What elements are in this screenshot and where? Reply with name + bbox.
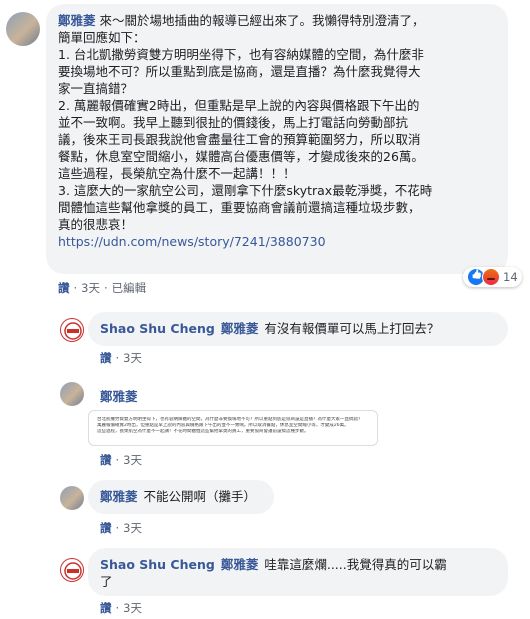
avatar[interactable]	[60, 486, 84, 510]
comment-line: 2. 萬麗報價確實2時出，但重點是早上說的內容與價格跟下午出的	[58, 98, 420, 113]
avatar[interactable]	[60, 558, 84, 582]
reply-bubble: Shao Shu Cheng 鄭雅菱 有沒有報價單可以馬上打回去？	[88, 312, 508, 346]
like-button[interactable]: 讚	[100, 521, 112, 535]
mentioned-user[interactable]: 鄭雅菱	[221, 557, 259, 572]
avatar[interactable]	[6, 12, 40, 46]
comment-author[interactable]: 鄭雅菱	[58, 13, 96, 28]
reply-text: 有沒有報價單可以馬上打回去？	[264, 321, 440, 336]
union-logo-icon	[64, 562, 82, 580]
timestamp[interactable]: 3天	[123, 521, 142, 535]
reply-actions: 讚 · 3天	[100, 521, 142, 535]
reply-author[interactable]: Shao Shu Cheng	[100, 557, 215, 572]
reaction-count: 14	[503, 270, 518, 284]
angry-reaction-icon	[482, 268, 500, 286]
timestamp[interactable]: 3天	[81, 281, 100, 295]
reply-text: 不能公開啊（攤手）	[143, 489, 257, 504]
timestamp[interactable]: 3天	[123, 601, 142, 615]
comment-actions: 讚 · 3天 · 已編輯	[58, 281, 147, 295]
mentioned-user[interactable]: 鄭雅菱	[221, 321, 259, 336]
reply-actions: 讚 · 3天	[100, 351, 142, 365]
edited-label[interactable]: 已編輯	[112, 281, 147, 295]
like-button[interactable]: 讚	[58, 281, 70, 295]
comment-line: 餐點，休息室空間縮小，媒體高台優惠價等，才變成後來的26萬。	[58, 149, 424, 164]
comment-line: 要換場地不可？所以重點到底是協商，還是直播？為什麼我覺得大	[58, 64, 421, 79]
comment-line: 1. 台北凱撒勞資雙方明明坐得下，也有容納媒體的空間，為什麼非	[58, 47, 424, 62]
article-link[interactable]: https://udn.com/news/story/7241/3880730	[58, 234, 326, 249]
comment-line: 間體恤這些幫他拿獎的員工，重要協商會議前還搞這種垃圾步數，	[58, 200, 421, 215]
reply-header: 鄭雅菱	[100, 386, 138, 405]
comment-line: 家一直搞錯？	[58, 81, 134, 96]
like-button[interactable]: 讚	[100, 453, 112, 467]
attachment-text: 這些過程，長榮航空為什麼不一起講！不花時間體恤這些幫他拿獎的員工，重要協商會議前…	[97, 429, 309, 434]
reply-bubble: 鄭雅菱 不能公開啊（攤手）	[88, 480, 274, 514]
comment-line-1: 鄭雅菱 來～關於場地插曲的報導已經出來了。我懶得特別澄清了，	[58, 13, 425, 28]
union-logo-icon	[64, 322, 82, 340]
like-button[interactable]: 讚	[100, 601, 112, 615]
reply-author[interactable]: Shao Shu Cheng	[100, 321, 215, 336]
reply-author[interactable]: 鄭雅菱	[100, 489, 138, 504]
reply-actions: 讚 · 3天	[100, 601, 142, 615]
avatar[interactable]	[60, 318, 84, 342]
like-button[interactable]: 讚	[100, 351, 112, 365]
image-attachment[interactable]: 台北凱撒勞資雙方明明坐得下，也有容納媒體的空間，為什麼非要換場地不可？所以重點到…	[88, 410, 378, 446]
comment-line: 真的很悲哀！	[58, 217, 134, 232]
comment-line: 3. 這麼大的一家航空公司，還剛拿下什麼skytrax最乾淨獎，不花時	[58, 183, 433, 198]
comment-bubble: 鄭雅菱 來～關於場地插曲的報導已經出來了。我懶得特別澄清了， 簡單回應如下： 1…	[46, 4, 508, 274]
reply-text-line: 了	[100, 574, 113, 589]
reply-text: 哇靠這麼爛.....我覺得真的可以霸	[264, 557, 447, 572]
comment-line: 簡單回應如下：	[58, 30, 146, 45]
comment-line: 這些過程，長榮航空為什麼不一起講！！！	[58, 166, 296, 181]
avatar[interactable]	[60, 382, 84, 406]
reaction-summary[interactable]: 14	[463, 267, 522, 287]
reply-bubble: Shao Shu Cheng 鄭雅菱 哇靠這麼爛.....我覺得真的可以霸 了	[88, 548, 508, 596]
timestamp[interactable]: 3天	[123, 453, 142, 467]
reply-author[interactable]: 鄭雅菱	[100, 389, 138, 404]
comment-line: 並不一致啊。我早上聽到很扯的價錢後，馬上打電話向勞動部抗	[58, 115, 409, 130]
reply-actions: 讚 · 3天	[100, 453, 142, 467]
comment-line: 議，後來王司長跟我說他會盡量往工會的預算範圍努力，所以取消	[58, 132, 421, 147]
timestamp[interactable]: 3天	[123, 351, 142, 365]
